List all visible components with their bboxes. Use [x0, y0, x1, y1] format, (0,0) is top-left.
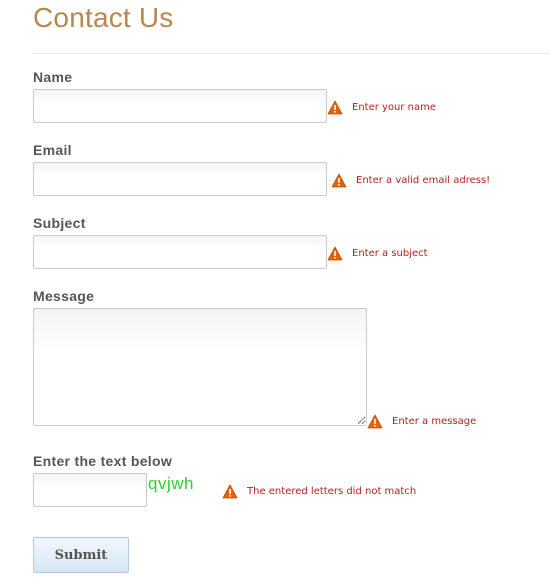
captcha-error: The entered letters did not match — [222, 484, 416, 499]
message-textarea[interactable] — [33, 308, 367, 426]
message-error: Enter a message — [367, 414, 476, 429]
subject-error-text: Enter a subject — [352, 248, 428, 259]
page-title: Contact Us — [33, 2, 174, 33]
captcha-code: qvjwh — [148, 474, 194, 493]
title-divider — [33, 53, 550, 54]
captcha-label: Enter the text below — [33, 453, 173, 469]
email-label: Email — [33, 142, 72, 158]
subject-label: Subject — [33, 215, 86, 231]
name-label: Name — [33, 69, 73, 85]
name-error-text: Enter your name — [352, 102, 437, 113]
submit-button[interactable]: Submit — [33, 537, 129, 573]
captcha-input[interactable] — [33, 473, 147, 507]
message-label: Message — [33, 288, 95, 304]
name-field[interactable] — [33, 89, 327, 123]
subject-field[interactable] — [33, 235, 327, 269]
name-error: Enter your name — [327, 100, 436, 115]
warning-triangle-icon — [222, 484, 238, 499]
warning-triangle-icon — [327, 100, 343, 115]
captcha-error-text: The entered letters did not match — [247, 486, 417, 497]
email-error: Enter a valid email adress! — [331, 173, 490, 188]
email-field[interactable] — [33, 162, 327, 196]
email-error-text: Enter a valid email adress! — [356, 175, 491, 186]
warning-triangle-icon — [331, 173, 347, 188]
message-error-text: Enter a message — [392, 416, 477, 427]
warning-triangle-icon — [327, 246, 343, 261]
warning-triangle-icon — [367, 414, 383, 429]
subject-error: Enter a subject — [327, 246, 428, 261]
